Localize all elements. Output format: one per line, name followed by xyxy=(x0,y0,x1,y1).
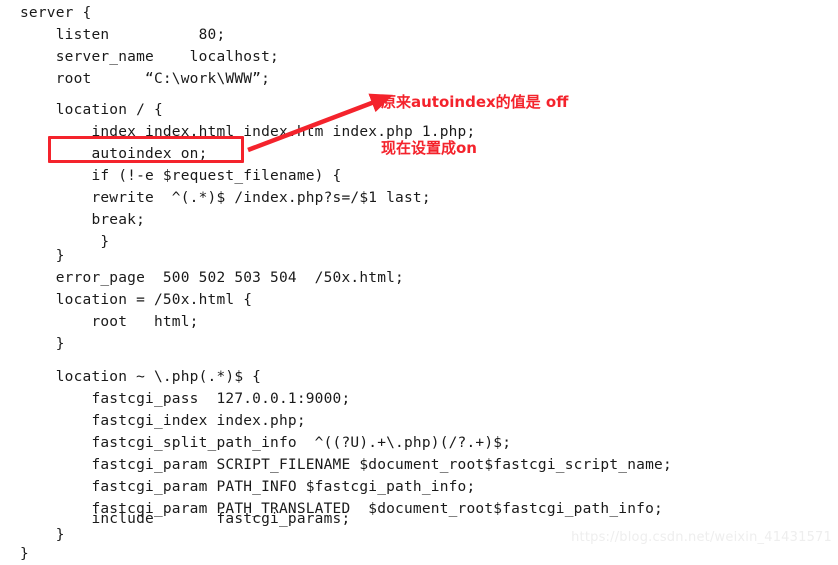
code-line: server { xyxy=(20,5,92,21)
code-line: error_page 500 502 503 504 /50x.html; xyxy=(20,270,404,286)
code-line: location ~ \.php(.*)$ { xyxy=(20,369,262,385)
code-line: index index.html index.htm index.php 1.p… xyxy=(20,124,476,140)
code-line: fastcgi_split_path_info ^((?U).+\.php)(/… xyxy=(20,435,512,451)
code-line: if (!-e $request_filename) { xyxy=(20,168,342,184)
code-editor-area: server { listen 80; server_name localhos… xyxy=(0,0,838,562)
code-line: fastcgi_pass 127.0.0.1:9000; xyxy=(20,391,351,407)
code-line: location = /50x.html { xyxy=(20,292,253,308)
code-line: server_name localhost; xyxy=(20,49,279,65)
code-line: autoindex on; xyxy=(20,146,208,162)
code-line: } xyxy=(20,248,65,264)
code-line: break; xyxy=(20,212,146,228)
code-line: root html; xyxy=(20,314,199,330)
code-line: fastcgi_param PATH_INFO $fastcgi_path_in… xyxy=(20,479,476,495)
code-line: } xyxy=(20,546,29,562)
code-line: } xyxy=(20,336,65,352)
code-line: fastcgi_param SCRIPT_FILENAME $document_… xyxy=(20,457,672,473)
code-line: listen 80; xyxy=(20,27,226,43)
code-line: rewrite ^(.*)$ /index.php?s=/$1 last; xyxy=(20,190,431,206)
code-line: location / { xyxy=(20,102,163,118)
code-line: include fastcgi_params; xyxy=(20,511,351,527)
watermark-url: https://blog.csdn.net/weixin_41431571 xyxy=(571,530,832,545)
code-line: root “C:\work\WWW”; xyxy=(20,71,271,87)
code-line: fastcgi_index index.php; xyxy=(20,413,306,429)
